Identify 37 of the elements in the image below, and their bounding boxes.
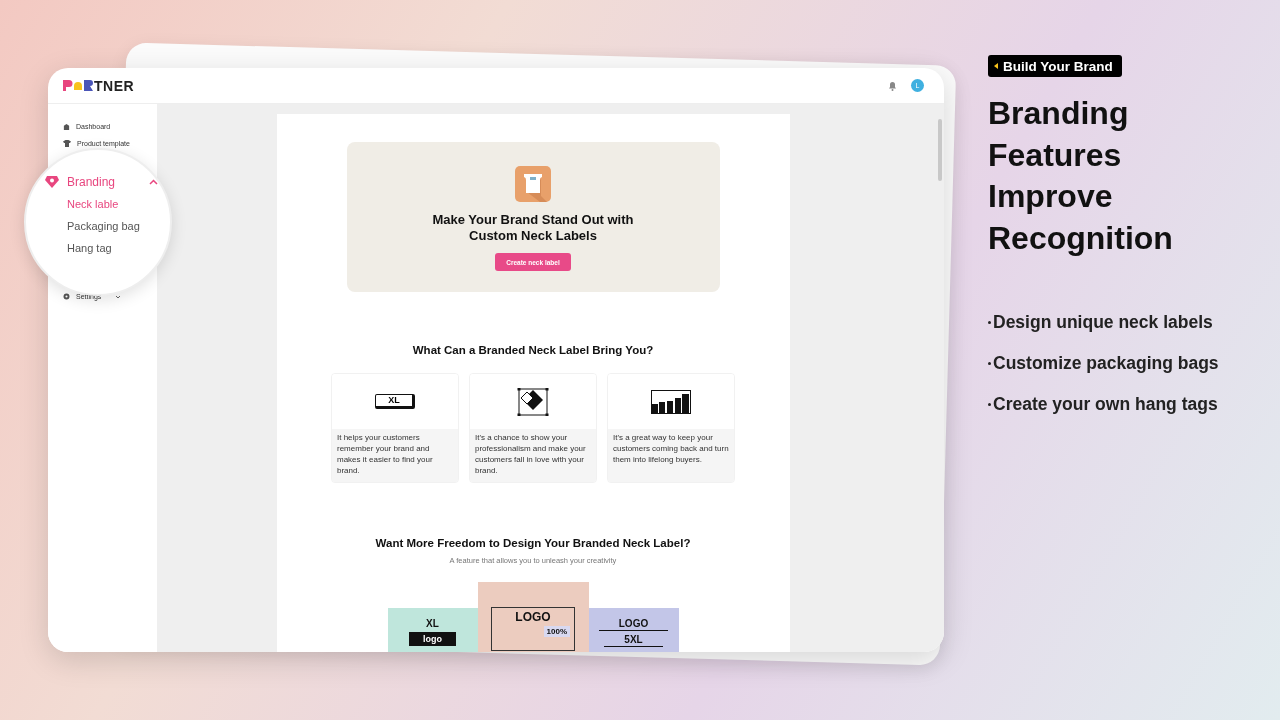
scrollbar[interactable] — [938, 119, 942, 181]
logo-text: TNER — [94, 77, 135, 94]
label-text: 100% — [543, 626, 570, 637]
submenu-item[interactable]: Hang tag — [67, 237, 112, 259]
promo-title: Branding Features Improve Recognition — [988, 94, 1174, 258]
label-text: logo — [409, 632, 456, 646]
caret-icon — [994, 63, 998, 69]
section-title: What Can a Branded Neck Label Bring You? — [412, 344, 654, 357]
bullet-text: Create your own hang tags — [993, 393, 1218, 415]
section-title: Want More Freedom to Design Your Branded Neck Label? — [375, 537, 691, 549]
home-icon — [63, 123, 70, 130]
benefit-text: It's a great way to keep your customers coming back and turn them into lifelong buyers. — [608, 429, 734, 483]
badge-text: Build Your Brand — [1003, 58, 1113, 74]
diamond-frame-icon — [517, 387, 549, 416]
bullet-text: Customize packaging bags — [993, 352, 1219, 374]
branding-menu-item[interactable]: Branding — [45, 171, 158, 193]
submenu-item[interactable]: Packaging bag — [67, 215, 140, 237]
logo-mark-icon — [63, 80, 93, 91]
gem-icon — [45, 176, 59, 188]
settings-icon — [63, 293, 70, 300]
benefit-text: It's a chance to show your professionalism and make your customers fall in love with your brand. — [470, 429, 596, 483]
bullet-dot — [988, 320, 991, 324]
label-app-icon — [515, 166, 551, 202]
bullet-dot — [988, 361, 991, 365]
benefit-text: It helps your customers remember your brand and makes it easier to find your brand. — [332, 429, 458, 483]
bullet-text: Design unique neck labels — [993, 311, 1213, 333]
label-text: 5XL — [604, 634, 663, 647]
bar-graph-icon — [651, 389, 691, 414]
label-text: LOGO — [598, 618, 669, 631]
label-text: XL — [426, 618, 439, 629]
hero-title: Make Your Brand Stand Out with Custom Neck Labels — [431, 212, 635, 244]
label-text: LOGO — [515, 610, 551, 624]
submenu-item[interactable]: Neck lable — [67, 193, 119, 215]
shirt-icon — [63, 140, 71, 147]
bell-icon[interactable] — [888, 80, 897, 91]
bullet-dot — [988, 402, 991, 406]
size-tag: XL — [375, 394, 415, 410]
